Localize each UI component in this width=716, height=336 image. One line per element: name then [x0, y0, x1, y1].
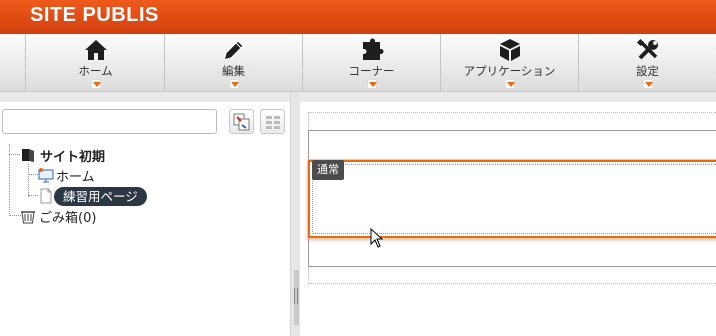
grid-icon: [266, 116, 280, 129]
nav-item-edit[interactable]: 編集: [165, 34, 303, 92]
app-window: SITE PUBLIS ホーム 編集 コーナー アプリケーション 設定 サイト初…: [0, 0, 716, 336]
refresh-button[interactable]: [229, 109, 254, 134]
puzzle-icon: [363, 38, 384, 60]
nav-label-corner: コーナー: [348, 64, 395, 78]
tree-item-label: サイト初期: [40, 150, 106, 165]
nav-label-settings: 設定: [636, 64, 659, 78]
sync-icon: [233, 113, 250, 131]
monitor-icon: [38, 168, 54, 183]
block-type-tag[interactable]: 通常: [312, 160, 344, 180]
chevron-down-icon[interactable]: [505, 79, 515, 89]
tree-item-label: ホーム: [56, 170, 95, 185]
tree-item-label: ごみ箱(0): [39, 211, 97, 226]
tree-guide: [28, 195, 38, 196]
book-icon: [22, 149, 34, 162]
panel-header-strip: [0, 92, 290, 102]
nav-item-home[interactable]: ホーム: [27, 34, 165, 92]
trash-icon: [21, 211, 35, 224]
main-nav: ホーム 編集 コーナー アプリケーション 設定: [0, 34, 716, 92]
page-editor: 通常: [300, 92, 716, 336]
chevron-down-icon[interactable]: [229, 79, 239, 89]
site-tree-panel: サイト初期 ホーム ごみ箱(0) 練習用ページ: [0, 92, 290, 336]
mouse-pointer-icon: [370, 228, 384, 248]
title-bar: SITE PUBLIS: [0, 0, 716, 34]
brand-logo[interactable]: SITE PUBLIS: [30, 4, 159, 27]
drag-handle-icon: [294, 288, 298, 304]
nav-label-application: アプリケーション: [463, 64, 556, 78]
chevron-down-icon[interactable]: [367, 79, 377, 89]
content-block[interactable]: [308, 160, 716, 238]
tree-item-selected-page[interactable]: 練習用ページ: [54, 187, 147, 206]
tree-guide: [9, 154, 20, 155]
panel-splitter[interactable]: [290, 92, 300, 336]
list-view-button[interactable]: [260, 109, 285, 134]
nav-label-edit: 編集: [222, 64, 245, 78]
tree-guide: [28, 174, 38, 175]
tree-guide: [28, 164, 29, 197]
nav-label-home: ホーム: [78, 64, 113, 78]
search-input[interactable]: [2, 109, 217, 134]
document-icon: [40, 188, 52, 204]
cube-icon: [500, 39, 520, 61]
chevron-down-icon[interactable]: [91, 79, 101, 89]
nav-spacer: [0, 34, 26, 92]
tools-icon: [636, 38, 658, 60]
nav-item-application[interactable]: アプリケーション: [441, 34, 579, 92]
nav-item-corner[interactable]: コーナー: [303, 34, 441, 92]
pencil-icon: [224, 40, 244, 60]
home-icon: [85, 40, 107, 60]
content-block-inner[interactable]: [312, 164, 716, 234]
chevron-down-icon[interactable]: [643, 79, 653, 89]
editor-header-strip: [300, 92, 716, 102]
nav-item-settings[interactable]: 設定: [579, 34, 716, 92]
